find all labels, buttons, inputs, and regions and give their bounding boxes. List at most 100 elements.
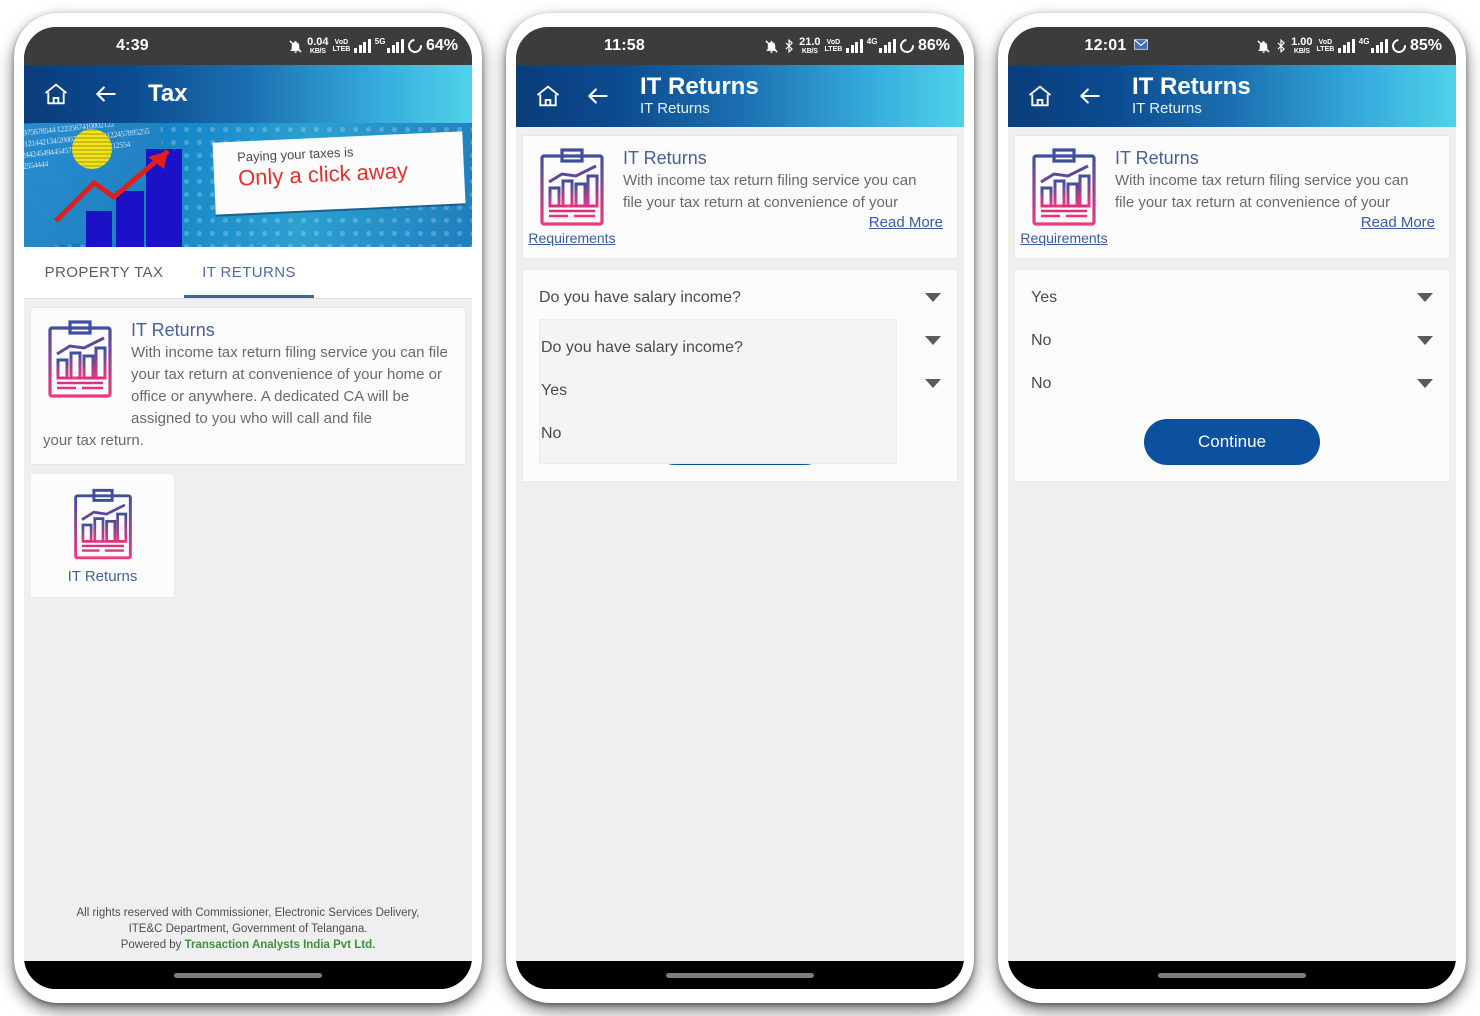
status-left: 4:39: [38, 37, 227, 55]
network-type-label: 5G: [374, 37, 386, 46]
page-title: Tax: [148, 80, 188, 108]
header-title-group: Tax: [148, 80, 188, 108]
phone-1-screen: 4:39 0.04 KB/S VoD LTEB 5G 64% Tax 18497…: [24, 27, 472, 961]
dropdown-options-panel[interactable]: Do you have salary income? Yes No: [539, 319, 897, 464]
page-title: IT Returns: [1132, 72, 1251, 100]
requirements-link[interactable]: Requirements: [1020, 230, 1107, 246]
volte-top: VoD: [1318, 39, 1333, 46]
status-left: 11:58: [530, 37, 719, 55]
continue-button-wrap: Continue: [1015, 419, 1449, 465]
chevron-down-icon[interactable]: [925, 379, 941, 388]
bluetooth-icon: [783, 39, 795, 53]
signal-bars-icon-2: [879, 39, 896, 53]
home-gesture-pill[interactable]: [666, 972, 814, 978]
chevron-down-icon[interactable]: [1417, 293, 1433, 302]
page-subtitle: IT Returns: [1132, 100, 1202, 118]
info-card-row: IT Returns With income tax return filing…: [43, 320, 451, 430]
info-card-description-overflow: your tax return.: [43, 432, 144, 449]
chevron-down-icon[interactable]: [925, 293, 941, 302]
banner-quote-wrap: Paying your taxes is Only a click away: [210, 123, 472, 247]
page-body: IT Returns With income tax return filing…: [24, 299, 472, 961]
select-row-2[interactable]: No: [1015, 319, 1449, 362]
data-rate-unit: KB/S: [309, 48, 326, 55]
info-card-description-line2: file your tax return at convenience of y…: [1115, 194, 1391, 211]
select-row-3[interactable]: No: [1015, 362, 1449, 405]
page-body: Requirements IT Returns With income tax …: [1008, 127, 1456, 961]
continue-button[interactable]: Continue: [1143, 419, 1321, 465]
dropdown-option[interactable]: Yes: [540, 369, 896, 412]
data-rate-indicator: 1.00 KB/S: [1291, 37, 1312, 56]
footer-vendor-link[interactable]: Transaction Analysts India Pvt Ltd.: [185, 939, 376, 951]
read-more-link[interactable]: Read More: [623, 214, 943, 231]
status-time: 4:39: [116, 37, 149, 54]
status-left: 12:01: [1022, 37, 1211, 55]
mail-icon: [1134, 39, 1149, 53]
signal-bars-icon-1: [1338, 39, 1355, 53]
phone-3-bezel: 12:01 1.00 KB/S VoD LTEB 4G 85% IT Retur…: [1008, 27, 1456, 989]
battery-percent: 85%: [1409, 37, 1442, 54]
data-rate-indicator: 0.04 KB/S: [307, 37, 328, 56]
read-more-link[interactable]: Read More: [1115, 214, 1435, 231]
it-returns-info-card: Requirements IT Returns With income tax …: [522, 135, 958, 259]
system-nav-bar: [1008, 961, 1456, 989]
it-returns-info-card: Requirements IT Returns With income tax …: [1014, 135, 1450, 259]
system-nav-bar: [24, 961, 472, 989]
back-arrow-icon[interactable]: [582, 80, 614, 112]
info-card-icon-col: Requirements: [1020, 148, 1108, 246]
select-salary-income-value: Yes: [1031, 288, 1058, 306]
questionnaire-card: Do you have salary income? Do you have s…: [522, 269, 958, 482]
footer-line-3: Powered by Transaction Analysts India Pv…: [34, 937, 462, 953]
battery-ring-icon: [897, 36, 917, 56]
signal-bars-icon-1: [846, 39, 863, 53]
dropdown-option[interactable]: Do you have salary income?: [540, 326, 896, 369]
clipboard-chart-icon: [48, 320, 112, 398]
screenshot-stage: 4:39 0.04 KB/S VoD LTEB 5G 64% Tax 18497…: [0, 0, 1480, 1016]
tab-it-returns[interactable]: IT RETURNS: [184, 247, 314, 298]
select-row-3-value: No: [1031, 374, 1052, 392]
select-salary-income-value: Do you have salary income?: [539, 288, 741, 306]
tab-property-tax[interactable]: PROPERTY TAX: [24, 247, 184, 298]
requirements-link[interactable]: Requirements: [528, 230, 615, 246]
home-icon[interactable]: [1024, 80, 1056, 112]
chevron-down-icon[interactable]: [1417, 379, 1433, 388]
chevron-down-icon[interactable]: [925, 336, 941, 345]
info-card-description-line2: file your tax return at convenience of y…: [623, 194, 899, 211]
clipboard-chart-icon: [1032, 148, 1096, 226]
battery-percent: 86%: [917, 37, 950, 54]
info-card-description-line1: With income tax return filing service yo…: [1115, 172, 1409, 189]
service-tile-it-returns[interactable]: IT Returns: [30, 473, 175, 598]
data-rate-unit: KB/S: [1293, 48, 1310, 55]
phone-3-screen: 12:01 1.00 KB/S VoD LTEB 4G 85% IT Retur…: [1008, 27, 1456, 961]
phone-3: 12:01 1.00 KB/S VoD LTEB 4G 85% IT Retur…: [998, 13, 1466, 1003]
home-gesture-pill[interactable]: [174, 972, 322, 978]
select-salary-income[interactable]: Yes: [1015, 276, 1449, 319]
network-type-label: 4G: [1358, 37, 1370, 46]
phone-2: 11:58 21.0 KB/S VoD LTEB 4G 86% IT Retur…: [506, 13, 974, 1003]
battery-ring-icon: [1389, 36, 1409, 56]
promo-banner: 184975678544 1223567410002122 4101214421…: [24, 123, 472, 247]
header-title-group: IT Returns IT Returns: [1132, 73, 1251, 119]
system-nav-bar: [516, 961, 964, 989]
banner-quote-card: Paying your taxes is Only a click away: [212, 131, 466, 215]
signal-bars-icon-2: [387, 39, 404, 53]
battery-ring-icon: [405, 36, 425, 56]
chevron-down-icon[interactable]: [1417, 336, 1433, 345]
home-icon[interactable]: [40, 78, 72, 110]
info-card-title: IT Returns: [623, 148, 707, 168]
home-gesture-pill[interactable]: [1158, 972, 1306, 978]
home-icon[interactable]: [532, 80, 564, 112]
clipboard-chart-icon: [73, 488, 132, 560]
bluetooth-icon: [1275, 39, 1287, 53]
status-right: 0.04 KB/S VoD LTEB 5G 64%: [288, 36, 458, 56]
dropdown-option[interactable]: No: [540, 412, 896, 455]
back-arrow-icon[interactable]: [90, 78, 122, 110]
service-tile-label: IT Returns: [67, 568, 138, 585]
info-card-text-col: IT Returns With income tax return filing…: [1115, 148, 1435, 231]
back-arrow-icon[interactable]: [1074, 80, 1106, 112]
signal-bars-icon-1: [354, 39, 371, 53]
select-salary-income[interactable]: Do you have salary income?: [523, 276, 957, 319]
info-card-description-line1: With income tax return filing service yo…: [623, 172, 917, 189]
volte-bottom: LTEB: [332, 46, 351, 53]
app-header: IT Returns IT Returns: [1008, 65, 1456, 127]
footer-powered-by: Powered by: [120, 939, 185, 951]
